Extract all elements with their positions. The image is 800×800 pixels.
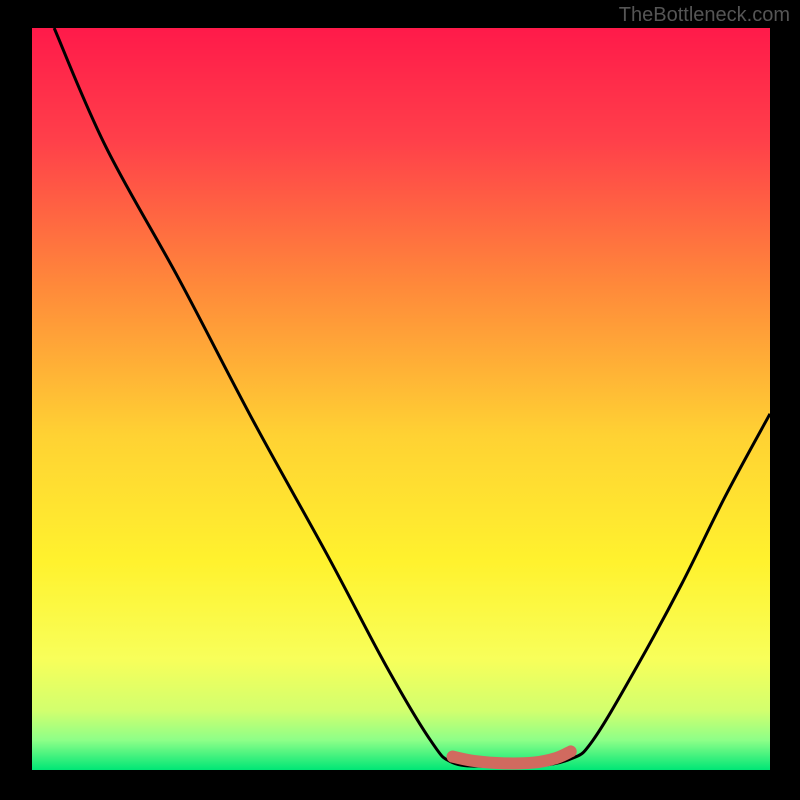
chart-background (32, 28, 770, 770)
optimal-point-marker (447, 751, 459, 763)
watermark-text: TheBottleneck.com (619, 4, 790, 27)
bottleneck-chart (0, 0, 800, 800)
